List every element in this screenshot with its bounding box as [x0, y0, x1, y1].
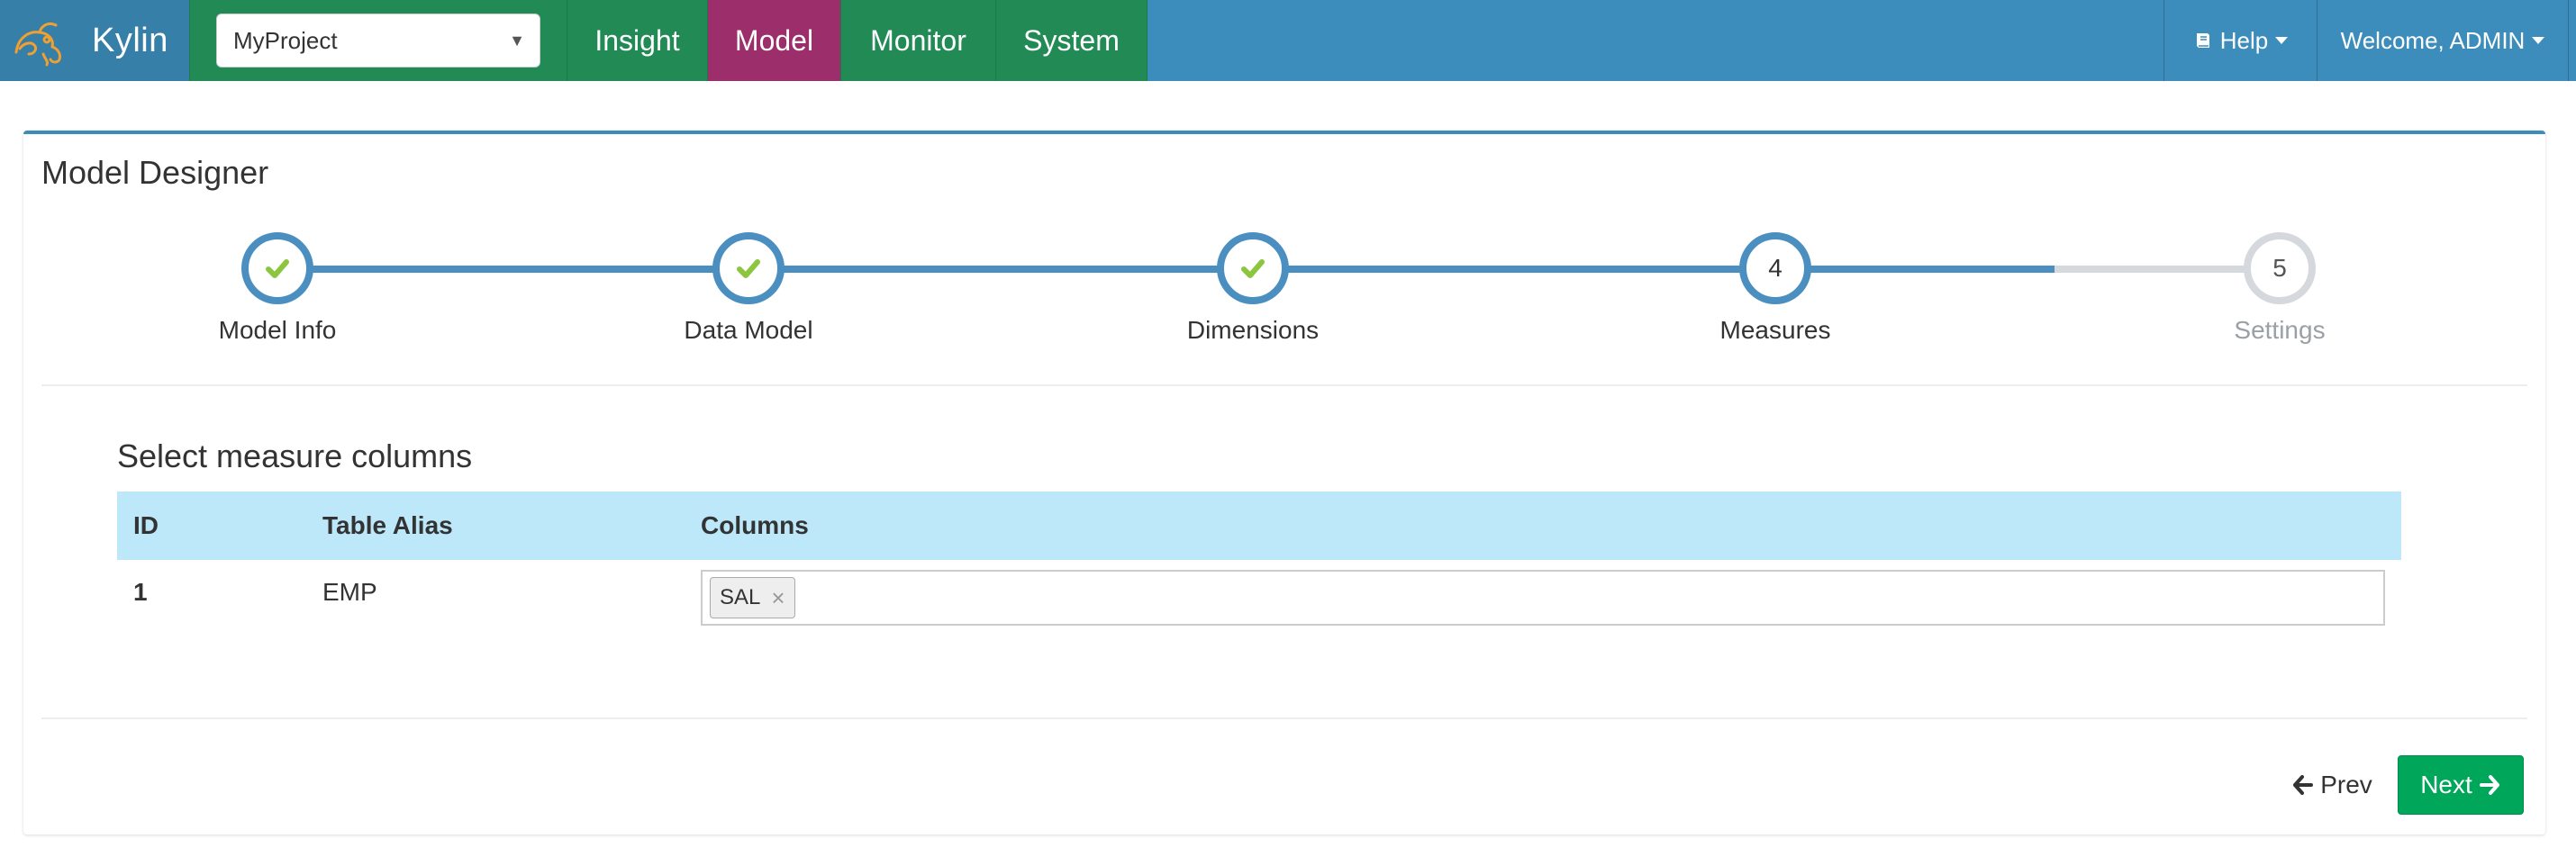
check-icon [1241, 259, 1265, 278]
navbar-spacer [1147, 0, 2163, 81]
wizard-step-label: Measures [1719, 316, 1831, 344]
tab-insight[interactable]: Insight [567, 0, 708, 81]
chevron-down-icon: ▼ [509, 31, 525, 50]
next-button[interactable]: Next [2398, 755, 2524, 815]
user-label: Welcome, ADMIN [2340, 26, 2526, 54]
check-icon [737, 259, 760, 278]
divider [41, 384, 2527, 386]
next-label: Next [2420, 771, 2472, 798]
user-menu[interactable]: Welcome, ADMIN [2317, 0, 2569, 81]
step-number: 5 [2272, 254, 2287, 282]
wizard-step-label: Settings [2234, 316, 2326, 344]
project-selector-value: MyProject [233, 26, 338, 54]
header-columns: Columns [701, 511, 809, 539]
table-header: ID Table Alias Columns [117, 492, 2401, 560]
tab-system[interactable]: System [996, 0, 1147, 81]
wizard-step-measures[interactable]: 4 [1739, 232, 1811, 304]
help-label: Help [2219, 26, 2269, 54]
header-table-alias: Table Alias [322, 511, 453, 539]
arrow-right-icon [2479, 775, 2499, 795]
caret-down-icon [2275, 37, 2289, 44]
tab-model[interactable]: Model [708, 0, 841, 81]
tab-monitor[interactable]: Monitor [841, 0, 996, 81]
column-tag-label: SAL [720, 585, 761, 609]
kylin-logo-icon [14, 22, 61, 67]
caret-down-icon [2532, 37, 2545, 44]
model-designer-panel: Model Designer Model Info Data Model Dim… [23, 131, 2545, 834]
header-id: ID [133, 511, 159, 539]
prev-button[interactable]: Prev [2273, 755, 2390, 815]
help-menu[interactable]: Help [2163, 0, 2317, 81]
wizard-step-settings[interactable]: 5 [2244, 232, 2316, 304]
prev-label: Prev [2320, 771, 2372, 798]
wizard-step-dimensions[interactable] [1217, 232, 1289, 304]
wizard-step-data-model[interactable] [712, 232, 785, 304]
step-number: 4 [1768, 254, 1782, 282]
page-title: Model Designer [41, 154, 269, 191]
columns-multiselect[interactable]: SAL × [701, 570, 2385, 626]
table-row: 1 EMP SAL × [117, 560, 2401, 636]
check-icon [266, 259, 289, 278]
wizard-step-label: Model Info [218, 316, 337, 344]
arrow-left-icon [2293, 775, 2314, 795]
column-tag: SAL × [710, 577, 795, 618]
section-title: Select measure columns [117, 438, 473, 474]
project-selector-wrap: MyProject ▼ [189, 0, 567, 81]
top-navbar: Kylin MyProject ▼ Insight Model Monitor … [0, 0, 2576, 81]
columns-cell: SAL × [685, 570, 2401, 626]
row-table-alias: EMP [322, 578, 377, 606]
divider [41, 717, 2527, 719]
close-icon[interactable]: × [771, 584, 785, 612]
book-icon [2196, 33, 2209, 48]
wizard-step-label: Data Model [684, 316, 813, 344]
brand-name: Kylin [92, 21, 168, 59]
wizard-step-label: Dimensions [1186, 316, 1320, 344]
wizard-step-model-info[interactable] [241, 232, 313, 304]
row-id: 1 [133, 578, 148, 606]
measures-table: ID Table Alias Columns 1 EMP SAL × [117, 492, 2401, 636]
project-selector[interactable]: MyProject ▼ [216, 14, 540, 68]
brand[interactable]: Kylin [0, 0, 189, 81]
